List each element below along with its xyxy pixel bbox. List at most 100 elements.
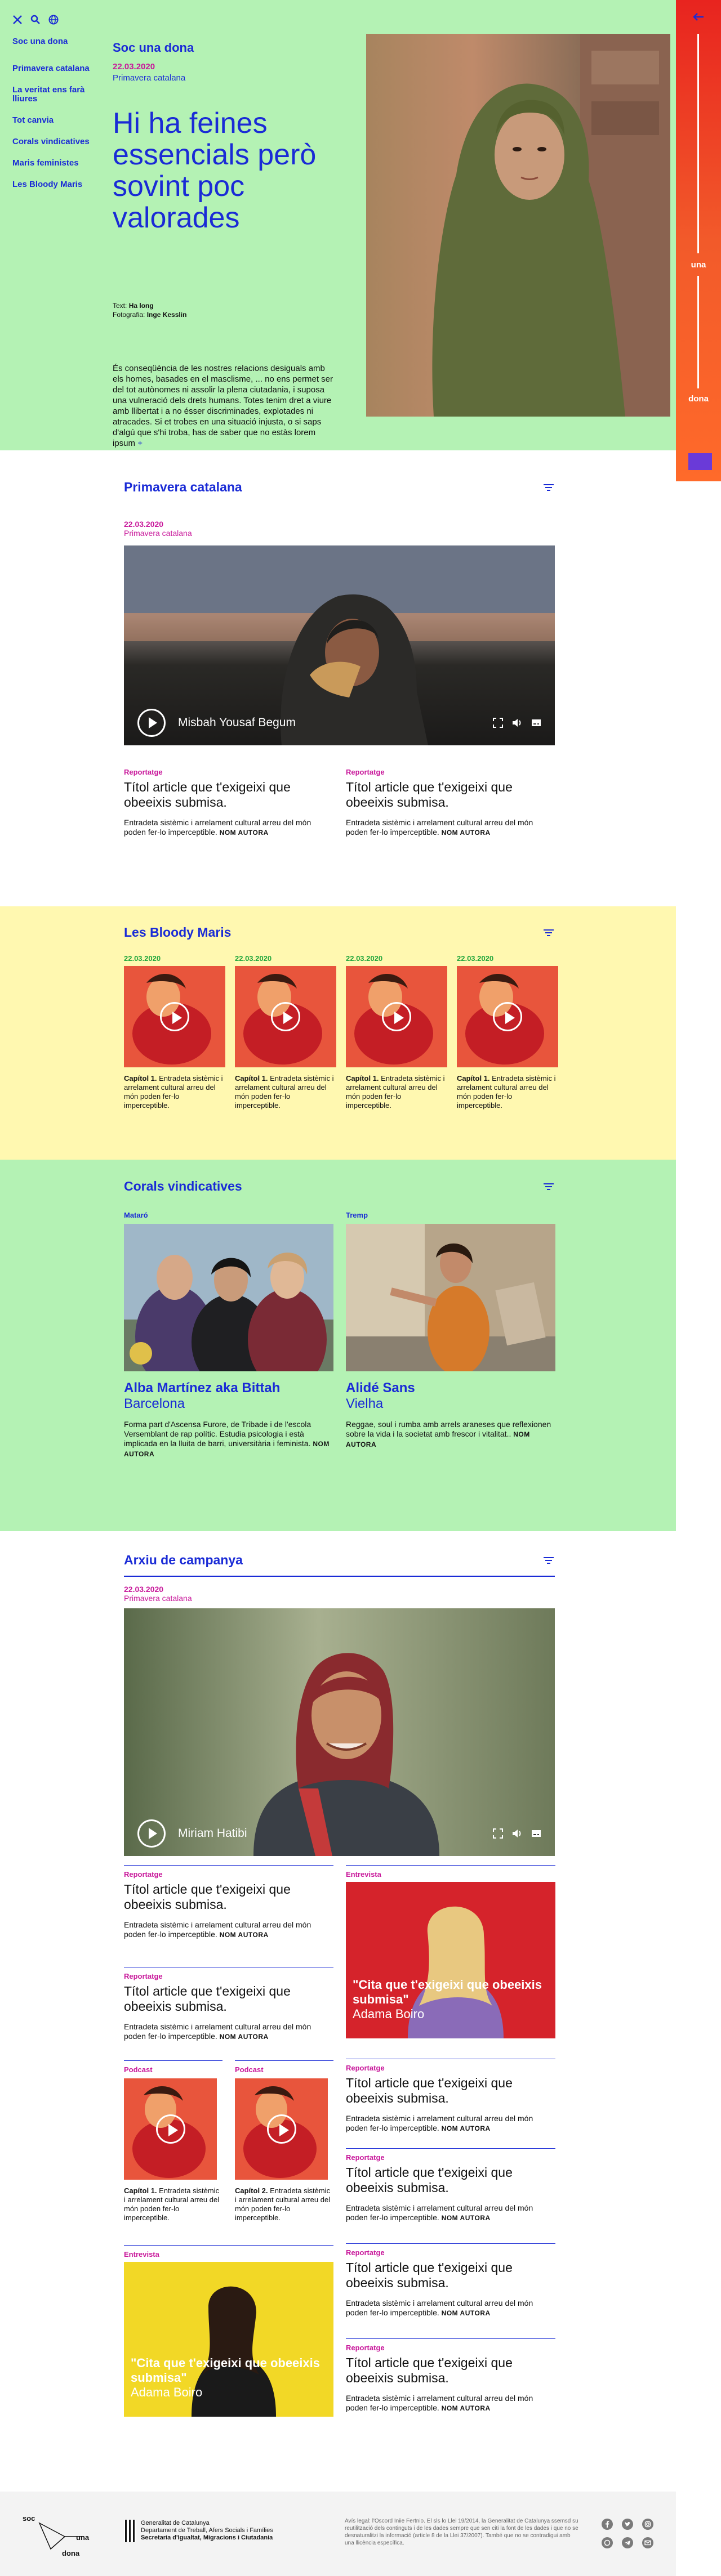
whatsapp-icon[interactable] xyxy=(602,2537,614,2551)
fullscreen-icon[interactable] xyxy=(493,718,503,728)
nav-item-la-veritat[interactable]: La veritat ens farà lliures xyxy=(12,86,97,104)
fullscreen-icon[interactable] xyxy=(493,1828,503,1839)
featured-tag[interactable]: Primavera catalana xyxy=(124,529,676,538)
play-button[interactable] xyxy=(137,709,166,737)
artist-name[interactable]: Alidé Sans xyxy=(346,1380,555,1396)
nav-item-tot-canvia[interactable]: Tot canvia xyxy=(12,116,97,125)
subtitles-icon[interactable] xyxy=(531,1828,541,1839)
article-author: NOM AUTORA xyxy=(441,829,491,837)
read-more-plus[interactable]: + xyxy=(137,439,143,448)
twitter-icon[interactable] xyxy=(622,2519,634,2533)
article-title[interactable]: Títol article que t'exigeixi que obeeixi… xyxy=(124,1984,333,2014)
article-card[interactable]: Reportatge Títol article que t'exigeixi … xyxy=(346,2059,555,2148)
subtitles-icon[interactable] xyxy=(531,718,541,728)
nav-item-corals-vindicatives[interactable]: Corals vindicatives xyxy=(12,137,97,146)
article-card[interactable]: Reportatge Títol article que t'exigeixi … xyxy=(124,1866,333,1967)
episode-thumbnail[interactable] xyxy=(346,966,447,1067)
filter-icon[interactable] xyxy=(542,1556,555,1565)
section-header: Corals vindicatives xyxy=(124,1179,555,1194)
episode-card[interactable]: 22.03.2020 Capítol 1. Entradeta sistèmic… xyxy=(346,954,447,1110)
play-icon[interactable] xyxy=(271,1002,300,1031)
article-card[interactable]: Reportatge Títol article que t'exigeixi … xyxy=(346,2149,555,2243)
telegram-icon[interactable] xyxy=(622,2537,634,2551)
section-title[interactable]: Corals vindicatives xyxy=(124,1179,242,1194)
artist-card[interactable]: Mataró Alba Martínez aka Bittah Barcelon… xyxy=(124,1211,333,1459)
episode-card[interactable]: 22.03.2020 Capítol 1. Entradeta sistèmic… xyxy=(124,954,225,1110)
video-player[interactable]: Misbah Yousaf Begum xyxy=(124,545,555,745)
article-title[interactable]: Títol article que t'exigeixi que obeeixi… xyxy=(346,2076,555,2106)
video-controls: Miriam Hatibi xyxy=(124,1811,555,1856)
divider xyxy=(124,2060,222,2061)
podcast-card[interactable]: Podcast Capítol 2. Entradeta sistèmic i … xyxy=(235,2060,333,2222)
episode-card[interactable]: 22.03.2020 Capítol 1. Entradeta sistèmic… xyxy=(457,954,558,1110)
play-icon[interactable] xyxy=(382,1002,411,1031)
article-title[interactable]: Títol article que t'exigeixi que obeeixi… xyxy=(346,2355,555,2386)
artist-photo[interactable] xyxy=(124,1224,333,1371)
podcast-thumbnail[interactable] xyxy=(124,2078,217,2180)
article-title[interactable]: Títol article que t'exigeixi que obeeixi… xyxy=(346,780,555,810)
page-title: Hi ha feines essencials però sovint poc … xyxy=(113,107,317,234)
episode-thumbnail[interactable] xyxy=(235,966,336,1067)
article-card[interactable]: Reportatge Títol article que t'exigeixi … xyxy=(124,768,333,838)
video-player[interactable]: Miriam Hatibi xyxy=(124,1608,555,1856)
article-card[interactable]: Reportatge Títol article que t'exigeixi … xyxy=(346,768,555,838)
article-kind: Reportatge xyxy=(346,2153,385,2162)
article-card[interactable]: Reportatge Títol article que t'exigeixi … xyxy=(124,1967,333,2060)
nav-item-maris-feministes[interactable]: Maris feministes xyxy=(12,159,97,168)
section-title[interactable]: Arxiu de campanya xyxy=(124,1553,243,1568)
volume-icon[interactable] xyxy=(512,718,522,728)
artist-location: Tremp xyxy=(346,1211,368,1219)
artist-name[interactable]: Alba Martínez aka Bittah xyxy=(124,1380,333,1396)
article-author: NOM AUTORA xyxy=(219,2033,269,2041)
video-control-icons xyxy=(493,718,541,728)
play-icon[interactable] xyxy=(266,2114,296,2144)
filter-icon[interactable] xyxy=(542,928,555,937)
section-title[interactable]: Primavera catalana xyxy=(124,480,242,495)
article-card[interactable]: Reportatge Títol article que t'exigeixi … xyxy=(346,2339,555,2428)
article-card[interactable]: Reportatge Títol article que t'exigeixi … xyxy=(346,2244,555,2338)
interview-card[interactable]: "Cita que t'exigeixi que obeeixis submis… xyxy=(124,2262,333,2417)
play-icon[interactable] xyxy=(160,1002,189,1031)
footer-logo-word-una: una xyxy=(76,2533,90,2542)
article-title[interactable]: Títol article que t'exigeixi que obeeixi… xyxy=(346,2165,555,2195)
globe-icon[interactable] xyxy=(48,15,59,25)
episode-card[interactable]: 22.03.2020 Capítol 1. Entradeta sistèmic… xyxy=(235,954,336,1110)
article-title[interactable]: Títol article que t'exigeixi que obeeixi… xyxy=(124,1882,333,1912)
footer-logo[interactable]: soc una dona xyxy=(23,2514,96,2559)
play-button[interactable] xyxy=(137,1819,166,1848)
nav-item-les-bloody-maris[interactable]: Les Bloody Maris xyxy=(12,180,97,189)
email-icon[interactable] xyxy=(642,2537,655,2551)
arrow-left-icon[interactable] xyxy=(693,12,704,23)
instagram-icon[interactable] xyxy=(642,2519,655,2533)
episode-thumbnail[interactable] xyxy=(124,966,225,1067)
featured-tag[interactable]: Primavera catalana xyxy=(124,1594,676,1603)
podcast-thumbnail[interactable] xyxy=(235,2078,328,2180)
filter-icon[interactable] xyxy=(542,1182,555,1191)
article-desc: Entradeta sistèmic i arrelament cultural… xyxy=(346,2203,555,2223)
article-title[interactable]: Títol article que t'exigeixi que obeeixi… xyxy=(346,2260,555,2291)
podcast-card[interactable]: Podcast Capítol 1. Entradeta sistèmic i … xyxy=(124,2060,222,2222)
play-icon[interactable] xyxy=(155,2114,185,2144)
hero-lead: És conseqüència de les nostres relacions… xyxy=(113,363,338,449)
episode-thumbnail[interactable] xyxy=(457,966,558,1067)
play-icon[interactable] xyxy=(493,1002,522,1031)
episode-text: Capítol 1. Entradeta sistèmic i arrelame… xyxy=(457,1074,558,1110)
hero-tag[interactable]: Primavera catalana xyxy=(113,73,349,83)
article-title[interactable]: Títol article que t'exigeixi que obeeixi… xyxy=(124,780,333,810)
nav-item-soc-una-dona[interactable]: Soc una dona xyxy=(12,37,97,46)
interview-card[interactable]: "Cita que t'exigeixi que obeeixis submis… xyxy=(346,1882,555,2038)
article-author: NOM AUTORA xyxy=(441,2309,491,2317)
artist-card[interactable]: Tremp Alidé Sans Vielha Reggae, soul i r… xyxy=(346,1211,555,1459)
podcast-text: Capítol 1. Entradeta sistèmic i arrelame… xyxy=(124,2186,222,2222)
article-desc-text: Entradeta sistèmic i arrelament cultural… xyxy=(124,1920,311,1939)
section-title[interactable]: Les Bloody Maris xyxy=(124,925,231,940)
search-icon[interactable] xyxy=(30,15,41,25)
nav-item-primavera-catalana[interactable]: Primavera catalana xyxy=(12,64,97,73)
filter-icon[interactable] xyxy=(542,483,555,492)
generalitat-block[interactable]: Generalitat de Catalunya Departament de … xyxy=(124,2520,276,2542)
episode-chapter: Capítol 1. xyxy=(235,1074,268,1083)
artist-photo[interactable] xyxy=(346,1224,555,1371)
facebook-icon[interactable] xyxy=(602,2519,614,2533)
close-icon[interactable] xyxy=(12,15,23,25)
volume-icon[interactable] xyxy=(512,1828,522,1839)
